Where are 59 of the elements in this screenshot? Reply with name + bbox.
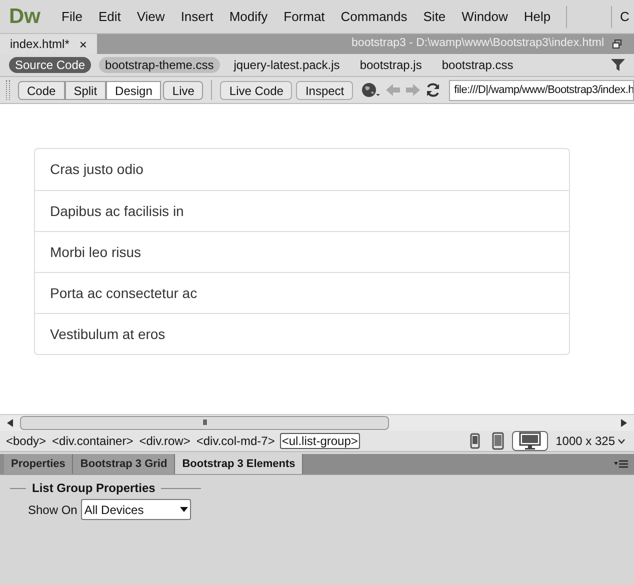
- view-mode-button[interactable]: Code: [18, 80, 65, 100]
- menu-item[interactable]: File: [54, 6, 90, 26]
- menu-item[interactable]: Format: [276, 6, 333, 26]
- panel-tab[interactable]: Bootstrap 3 Grid: [73, 454, 176, 474]
- list-group-item: Cras justo odio: [49, 160, 144, 179]
- restore-window-icon[interactable]: [612, 39, 622, 49]
- scroll-left-icon[interactable]: [7, 419, 13, 427]
- menu-item[interactable]: Window: [454, 6, 516, 26]
- scrollbar-grip: III: [202, 419, 206, 427]
- app-logo: Dw: [9, 4, 40, 30]
- section-heading: List Group Properties: [32, 480, 156, 497]
- menu-item[interactable]: Edit: [90, 6, 129, 26]
- panel-tab[interactable]: Properties: [4, 454, 74, 474]
- menu-item[interactable]: Insert: [172, 6, 222, 26]
- tag-selector-item[interactable]: <ul.list-group>: [280, 433, 360, 449]
- show-on-label: Show On: [28, 502, 78, 518]
- tag-selector-item[interactable]: <div.container>: [51, 433, 134, 449]
- tag-selector-item[interactable]: <div.col-md-7>: [195, 433, 276, 449]
- list-group-item: Vestibulum at eros: [35, 313, 569, 354]
- document-tab-label: index.html*: [10, 36, 70, 53]
- related-file-tab[interactable]: bootstrap.css: [436, 57, 520, 73]
- panel-tab[interactable]: Bootstrap 3 Elements: [175, 454, 304, 474]
- refresh-icon[interactable]: [425, 82, 442, 98]
- close-tab-button[interactable]: ×: [79, 38, 87, 50]
- menu-item[interactable]: Help: [516, 6, 559, 26]
- document-tab[interactable]: index.html* ×: [0, 34, 97, 54]
- related-file-tab[interactable]: bootstrap.js: [354, 57, 428, 73]
- globe-icon[interactable]: [361, 82, 382, 98]
- window-size-dropdown[interactable]: 1000 x 325: [556, 432, 625, 450]
- related-file-tab[interactable]: jquery-latest.pack.js: [228, 57, 346, 73]
- related-file-tab[interactable]: bootstrap-theme.css: [99, 57, 220, 73]
- filter-icon[interactable]: [611, 58, 625, 72]
- tag-selector-item[interactable]: <body>: [5, 433, 48, 449]
- view-mode-button[interactable]: Live: [163, 80, 204, 100]
- chevron-down-icon: [618, 438, 625, 444]
- show-on-select[interactable]: All Devices: [81, 499, 192, 520]
- document-path: bootstrap3 - D:\wamp\www\Bootstrap3\index.html: [352, 36, 604, 52]
- menu-item[interactable]: View: [128, 6, 173, 26]
- dropdown-caret-icon: [180, 507, 188, 512]
- address-field[interactable]: file:///D|/wamp/www/Bootstrap3/index.h: [449, 80, 634, 100]
- inspect-button[interactable]: Inspect: [296, 80, 354, 100]
- related-file-tab[interactable]: Source Code: [9, 57, 92, 73]
- list-group-item: Porta ac consectetur ac: [35, 272, 569, 313]
- list-group-item: Dapibus ac facilisis in: [35, 190, 569, 231]
- menu-item[interactable]: Modify: [221, 6, 276, 26]
- workspace-switcher[interactable]: C: [620, 6, 634, 26]
- scroll-right-icon[interactable]: [621, 419, 627, 427]
- menu-item[interactable]: Site: [415, 6, 454, 26]
- view-mode-button[interactable]: Split: [64, 80, 106, 100]
- phone-icon[interactable]: [470, 433, 480, 449]
- list-group-item: Morbi leo risus: [35, 231, 569, 272]
- monitor-icon[interactable]: [518, 432, 541, 450]
- tablet-icon[interactable]: [492, 432, 504, 450]
- tag-selector-item[interactable]: <div.row>: [138, 433, 192, 449]
- panel-menu-icon[interactable]: [614, 460, 628, 468]
- scrollbar-thumb[interactable]: III: [20, 416, 389, 430]
- live-code-button[interactable]: Live Code: [220, 80, 292, 100]
- view-mode-button[interactable]: Design: [106, 80, 162, 100]
- menu-item[interactable]: Commands: [332, 6, 416, 26]
